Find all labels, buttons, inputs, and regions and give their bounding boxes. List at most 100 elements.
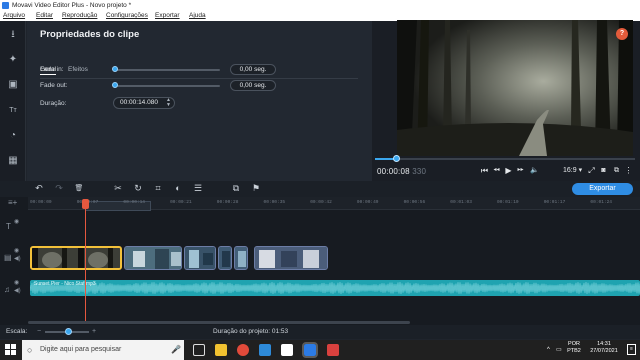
delete-icon[interactable]: 🗑	[73, 182, 85, 195]
preview-progress-handle[interactable]	[392, 155, 400, 162]
taskbar-app-icon[interactable]	[259, 344, 271, 356]
duration-field[interactable]: 00:00:14.080 ▲ ▼	[113, 97, 175, 109]
preview-timecode: 00:00:08 330	[377, 167, 426, 176]
aspect-ratio-select[interactable]: 16:9 ▾	[563, 166, 582, 174]
fade-out-label: Fade out:	[40, 82, 68, 89]
duration-value: 00:00:14.080	[120, 99, 158, 106]
tool-sidebar: ⭳ ✦ ▣ Tт ◔ ▦	[0, 21, 26, 181]
network-icon[interactable]: ▭	[556, 340, 562, 360]
edit-toolbar	[0, 181, 640, 197]
task-view-icon[interactable]	[193, 344, 205, 356]
title-bar: Movavi Video Editor Plus - Novo projeto …	[0, 0, 640, 11]
audio-track-mute-icon[interactable]: ◀)	[14, 287, 21, 294]
filters-icon[interactable]: ▣	[5, 77, 21, 93]
video-clip-4[interactable]	[218, 246, 232, 270]
clip-thumbnail	[32, 248, 120, 268]
taskbar-app-3-icon[interactable]	[327, 344, 339, 356]
crop-icon[interactable]: ⌗	[152, 182, 164, 195]
fade-out-slider-handle[interactable]	[112, 82, 118, 88]
clip-properties-icon[interactable]: ☰	[192, 182, 204, 195]
video-clip-2[interactable]	[124, 246, 182, 270]
fade-in-value[interactable]: 0,00 seg.	[230, 64, 276, 75]
undo-icon[interactable]: ↶	[33, 182, 45, 195]
volume-icon[interactable]: 🔈	[530, 166, 539, 175]
duration-stepper-icon[interactable]: ▲ ▼	[166, 98, 171, 108]
magic-wand-icon[interactable]: ✦	[5, 52, 21, 68]
windows-start-icon[interactable]	[5, 344, 17, 356]
titles-icon[interactable]: Tт	[5, 103, 21, 119]
title-track-visibility-icon[interactable]: ◉	[14, 218, 19, 225]
ruler-tick-label: 00:00:28	[216, 200, 239, 205]
menu-configuracoes[interactable]: Configurações	[106, 11, 148, 21]
video-track-visibility-icon[interactable]: ◉	[14, 247, 19, 254]
fade-in-slider[interactable]	[115, 69, 220, 71]
chrome-icon[interactable]	[237, 344, 249, 356]
fade-out-slider[interactable]	[115, 85, 220, 87]
menu-editar[interactable]: Editar	[36, 11, 53, 21]
taskbar-search-placeholder: Digite aqui para pesquisar	[40, 346, 122, 353]
movavi-taskbar-icon[interactable]	[302, 342, 318, 358]
audio-track-icon: ♫	[4, 285, 10, 294]
scale-slider-handle[interactable]	[65, 328, 72, 335]
zoom-in-icon[interactable]: +	[92, 325, 96, 339]
add-track-icon[interactable]: ≡+	[8, 198, 17, 207]
snapshot-icon[interactable]: ◙	[599, 166, 608, 175]
ruler-tick-label: 00:01:17	[543, 200, 566, 205]
window-title: Movavi Video Editor Plus - Novo projeto …	[12, 2, 132, 9]
timecode-frames: 330	[412, 167, 427, 176]
panel-title: Propriedades do clipe	[40, 29, 140, 40]
video-track-mute-icon[interactable]: ◀)	[14, 255, 21, 262]
language-indicator[interactable]: POR PTB2	[566, 341, 582, 355]
clip-thumbnail	[219, 247, 231, 269]
taskbar-app-2-icon[interactable]	[281, 344, 293, 356]
ruler-tick-label: 00:01:24	[590, 200, 612, 205]
clock-time: 14:31	[597, 341, 611, 347]
more-tools-icon[interactable]: ▦	[5, 153, 21, 169]
fullscreen-icon[interactable]: ⤢	[587, 166, 596, 175]
step-back-icon[interactable]: ◂◂	[492, 166, 501, 175]
more-icon[interactable]: ⋮	[624, 166, 633, 175]
export-button[interactable]: Exportar	[572, 183, 633, 195]
previous-icon[interactable]: ⏮	[480, 166, 489, 175]
step-forward-icon[interactable]: ▸▸	[516, 166, 525, 175]
rotate-icon[interactable]: ↻	[132, 182, 144, 195]
video-track-icon: ▤	[4, 253, 12, 262]
preview-progress-bar[interactable]	[375, 155, 635, 162]
video-clip-forest[interactable]	[30, 246, 122, 270]
notifications-icon[interactable]: ≡	[627, 344, 636, 355]
zoom-out-icon[interactable]: −	[37, 325, 41, 339]
help-button[interactable]: ?	[616, 28, 628, 40]
video-clip-6[interactable]	[254, 246, 328, 270]
tab-efeitos[interactable]: Efeitos	[68, 66, 88, 73]
stickers-icon[interactable]: ◔	[5, 128, 21, 144]
menu-reproducao[interactable]: Reprodução	[62, 11, 97, 21]
menu-exportar[interactable]: Exportar	[155, 11, 180, 21]
playhead-handle[interactable]	[82, 199, 89, 209]
audio-clip[interactable]: Sunset Pier - Nico Staf mp3	[30, 280, 640, 296]
language-top: POR	[568, 341, 580, 347]
marker-icon[interactable]: ⚑	[250, 182, 262, 195]
file-explorer-icon[interactable]	[215, 344, 227, 356]
timeline-scrollbar[interactable]	[28, 321, 410, 324]
play-icon[interactable]: ▶	[504, 166, 513, 175]
split-icon[interactable]: ✂	[112, 182, 124, 195]
menu-arquivo[interactable]: Arquivo	[3, 11, 25, 21]
fade-in-slider-handle[interactable]	[112, 66, 118, 72]
import-icon[interactable]: ⭳	[5, 27, 21, 43]
duration-label: Duração:	[40, 100, 67, 107]
redo-icon[interactable]: ↷	[53, 182, 65, 195]
audio-track-visibility-icon[interactable]: ◉	[14, 279, 19, 286]
scale-label: Escala:	[6, 328, 28, 335]
tray-chevron-icon[interactable]: ^	[547, 340, 550, 360]
clock[interactable]: 14:31 27/07/2021	[586, 341, 622, 355]
ruler-tick-label: 00:01:10	[497, 200, 519, 205]
playhead-line	[85, 205, 86, 323]
detach-icon[interactable]: ⧉	[612, 166, 621, 175]
transition-icon[interactable]: ⧉	[230, 182, 242, 195]
fade-out-value[interactable]: 0,00 seg.	[230, 80, 276, 91]
microphone-icon[interactable]: 🎤	[171, 340, 181, 360]
color-icon[interactable]: ◐	[172, 182, 184, 195]
video-clip-3[interactable]	[184, 246, 216, 270]
menu-ajuda[interactable]: Ajuda	[189, 11, 206, 21]
video-clip-5[interactable]	[234, 246, 248, 270]
